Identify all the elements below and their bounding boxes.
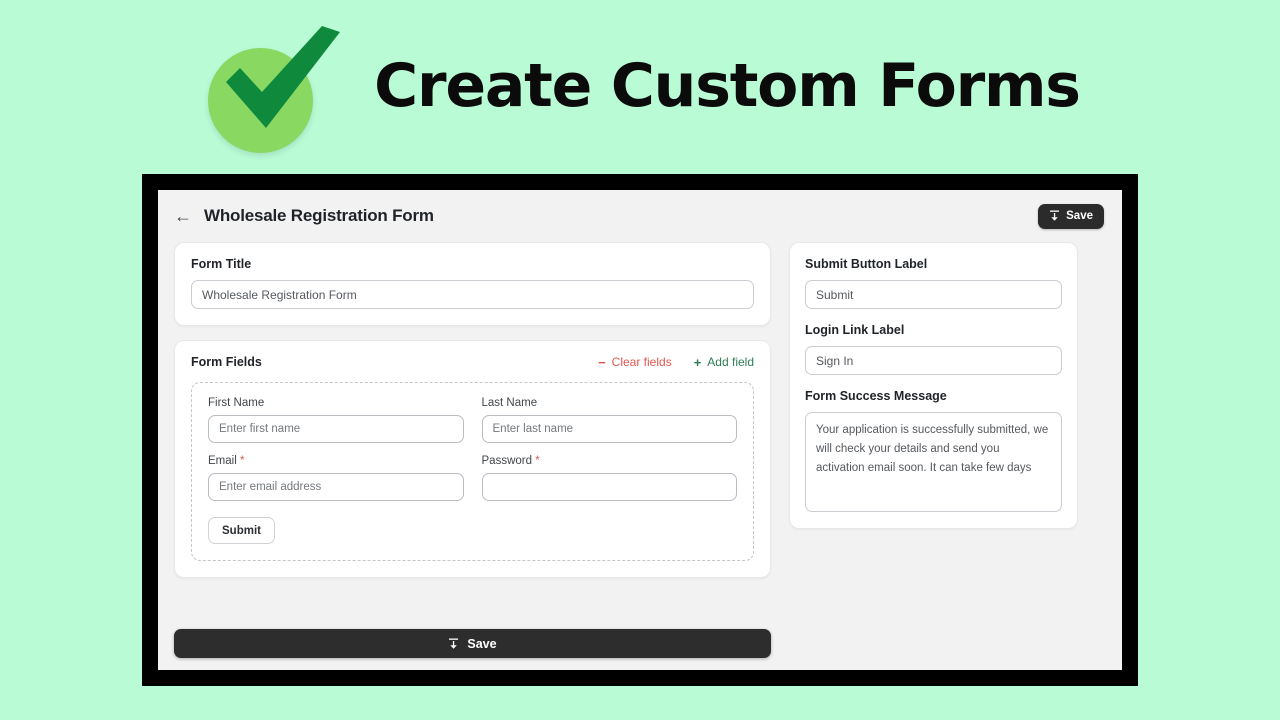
form-fields-header: Form Fields − Clear fields + Add field [191,355,754,369]
save-button-header[interactable]: Save [1038,203,1104,229]
form-settings-card: Submit Button Label Submit Login Link La… [789,242,1078,529]
app-header: ← Wholesale Registration Form Save [158,190,1122,242]
add-field-label: Add field [707,355,754,369]
form-title-input[interactable]: Wholesale Registration Form [191,280,754,309]
save-download-icon [449,638,459,649]
submit-button-label-title: Submit Button Label [805,257,928,271]
right-column: Submit Button Label Submit Login Link La… [789,242,1078,578]
first-name-input[interactable]: Enter first name [208,415,464,443]
field-label: Last Name [481,397,538,409]
field-password: Password * [481,455,738,501]
plus-icon: + [693,354,702,370]
hero-title: Create Custom Forms [374,51,1081,121]
save-download-icon [1050,210,1060,221]
save-button-footer[interactable]: Save [174,629,771,658]
green-check-badge-icon [200,20,352,153]
field-email: Email * Enter email address [208,455,464,501]
password-input[interactable] [481,473,737,501]
field-first-name: First Name Enter first name [208,397,464,443]
form-fields-card: Form Fields − Clear fields + Add field F… [174,340,771,578]
form-success-message-title: Form Success Message [805,389,947,403]
field-last-name: Last Name Enter last name [481,397,737,443]
form-fields-preview: First Name Enter first name Last Name En… [191,382,754,561]
field-row: Email * Enter email address Password * [208,455,737,501]
add-field-button[interactable]: + Add field [694,355,754,369]
form-success-message-textarea[interactable]: Your application is successfully submitt… [805,412,1062,512]
page-title: Wholesale Registration Form [204,206,434,225]
checkmark-icon [226,26,341,128]
login-link-label-input[interactable]: Sign In [805,346,1062,375]
submit-button-label-input[interactable]: Submit [805,280,1062,309]
field-label-text: Password [481,455,533,467]
device-frame: ← Wholesale Registration Form Save Form … [142,174,1138,686]
preview-submit-button[interactable]: Submit [208,517,275,544]
required-asterisk-icon: * [239,455,245,467]
minus-icon: − [598,354,606,370]
clear-fields-label: Clear fields [611,355,672,369]
app-body: Form Title Wholesale Registration Form F… [158,242,1122,578]
save-button-header-label: Save [1066,210,1093,222]
field-label-text: Email [208,455,237,467]
form-title-card: Form Title Wholesale Registration Form [174,242,771,326]
save-button-footer-label: Save [467,636,497,651]
form-title-label: Form Title [191,257,252,271]
app-window: ← Wholesale Registration Form Save Form … [158,190,1122,670]
form-fields-actions: − Clear fields + Add field [598,355,754,369]
last-name-input[interactable]: Enter last name [481,415,737,443]
back-arrow-icon[interactable]: ← [174,207,192,225]
login-link-label-title: Login Link Label [805,323,905,337]
field-label: Password * [482,455,738,467]
required-asterisk-icon: * [535,455,540,467]
hero-banner: Create Custom Forms [0,0,1280,172]
clear-fields-button[interactable]: − Clear fields [598,355,672,369]
left-column: Form Title Wholesale Registration Form F… [174,242,771,578]
email-input[interactable]: Enter email address [208,473,464,501]
form-fields-label: Form Fields [191,355,262,369]
field-label: Email * [208,455,464,467]
field-row: First Name Enter first name Last Name En… [208,397,737,443]
field-label: First Name [208,397,265,409]
